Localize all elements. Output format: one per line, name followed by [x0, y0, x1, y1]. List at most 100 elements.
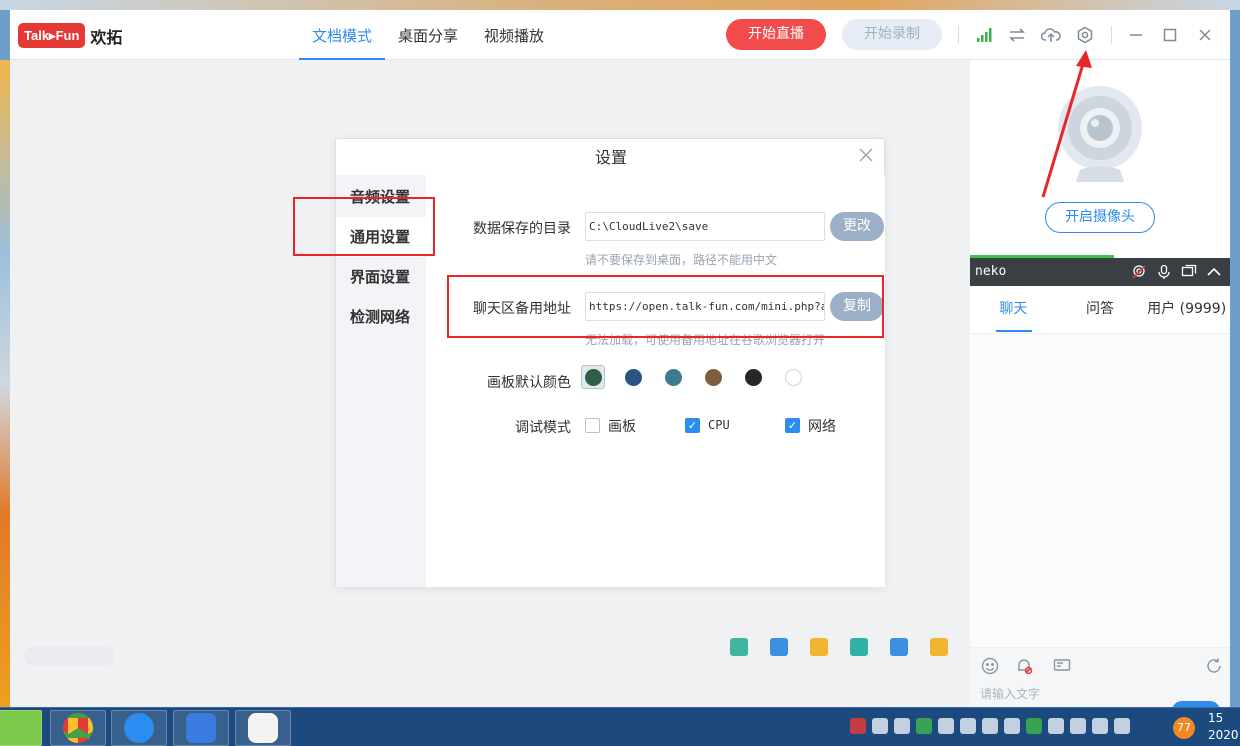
tray-badge[interactable]: 77 — [1173, 717, 1195, 739]
color-swatch[interactable] — [621, 365, 645, 389]
tab-users[interactable]: 用户 (9999) — [1143, 286, 1230, 333]
tray-icon[interactable] — [938, 718, 954, 734]
settings-content: 数据保存的目录 C:\CloudLive2\save 更改 请不要保存到桌面，路… — [426, 175, 885, 587]
nav-interface-settings[interactable]: 界面设置 — [336, 257, 426, 297]
sogou-icon[interactable] — [850, 718, 866, 734]
emoji-icon[interactable] — [980, 656, 1000, 676]
debug-cpu-checkbox[interactable]: ✓ — [685, 418, 700, 433]
tab-document-mode[interactable]: 文档模式 — [299, 10, 386, 60]
tray-icon[interactable] — [1092, 718, 1108, 734]
chat-tabs: 聊天 问答 用户 (9999) — [970, 286, 1230, 334]
dialog-close-icon[interactable] — [856, 147, 876, 167]
color-swatch[interactable] — [781, 365, 805, 389]
tray-icon[interactable] — [894, 718, 910, 734]
chrome-taskbar-icon[interactable] — [50, 710, 106, 746]
chat-settings-icon[interactable] — [1052, 656, 1072, 676]
switch-icon[interactable] — [1007, 25, 1027, 45]
start-record-button[interactable]: 开始录制 — [842, 19, 942, 50]
board-color-label: 画板默认颜色 — [487, 375, 571, 391]
color-dot — [704, 368, 722, 386]
open-camera-button[interactable]: 开启摄像头 — [1045, 202, 1155, 233]
logo: Talk▸Fun 欢拓 — [18, 23, 122, 48]
tray-icon[interactable] — [872, 718, 888, 734]
nav-network-check[interactable]: 检测网络 — [336, 297, 426, 337]
color-swatch[interactable] — [701, 365, 725, 389]
message-icon[interactable] — [770, 638, 788, 656]
tray-icon[interactable] — [1048, 718, 1064, 734]
logo-name: 欢拓 — [90, 27, 123, 47]
talkfun-taskbar-icon[interactable] — [235, 710, 291, 746]
windows-taskbar: 77 15 2020 — [0, 707, 1240, 746]
clock-time: 15 — [1208, 711, 1224, 725]
wps-taskbar-icon[interactable] — [173, 710, 229, 746]
grid-icon[interactable] — [930, 638, 948, 656]
toolbar-divider — [1111, 26, 1112, 44]
color-dot — [744, 368, 762, 386]
maximize-icon[interactable] — [1160, 25, 1180, 45]
toolbar-divider — [958, 26, 959, 44]
refresh-icon[interactable] — [1204, 656, 1224, 676]
color-dot — [624, 368, 642, 386]
close-icon[interactable] — [1195, 25, 1215, 45]
debug-mode-label: 调试模式 — [515, 420, 571, 436]
save-dir-input[interactable]: C:\CloudLive2\save — [585, 212, 825, 241]
minimize-icon[interactable] — [1126, 25, 1146, 45]
tray-icon[interactable] — [1114, 718, 1130, 734]
camera-off-icon[interactable] — [1130, 263, 1148, 281]
user-check-icon[interactable] — [850, 638, 868, 656]
color-dot — [784, 368, 802, 386]
change-dir-button[interactable]: 更改 — [830, 212, 884, 241]
user-bar: neko — [970, 258, 1230, 286]
tray-icon[interactable] — [1004, 718, 1020, 734]
taskbar-clock[interactable]: 15 2020 — [1208, 710, 1239, 744]
mute-notice-icon[interactable] — [1014, 656, 1034, 676]
active-tab-indicator — [996, 330, 1032, 332]
tray-icon[interactable] — [916, 718, 932, 734]
bottom-left-pill[interactable] — [24, 646, 114, 666]
annotation-box-general — [293, 197, 435, 256]
save-dir-label: 数据保存的目录 — [473, 221, 571, 237]
color-swatch[interactable] — [661, 365, 685, 389]
tray-icon[interactable] — [1026, 718, 1042, 734]
tab-chat[interactable]: 聊天 — [970, 286, 1057, 333]
color-swatch[interactable] — [741, 365, 765, 389]
dingtalk-taskbar-icon[interactable] — [111, 710, 167, 746]
debug-board-checkbox[interactable] — [585, 418, 600, 433]
chevron-up-icon[interactable] — [1205, 263, 1223, 281]
dialog-title: 设置 — [594, 148, 627, 167]
app-window: Talk▸Fun 欢拓 文档模式 桌面分享 视频播放 开始直播 开始录制 开启摄… — [10, 10, 1230, 707]
desktop-background-left — [0, 60, 10, 710]
screen-share-icon[interactable] — [1180, 263, 1198, 281]
signal-icon[interactable] — [974, 25, 994, 45]
color-dot — [584, 368, 602, 386]
file-icon[interactable] — [810, 638, 828, 656]
tab-video-play[interactable]: 视频播放 — [471, 10, 557, 60]
tray-icon[interactable] — [982, 718, 998, 734]
color-swatch[interactable] — [581, 365, 605, 389]
microphone-icon[interactable] — [1155, 263, 1173, 281]
start-live-button[interactable]: 开始直播 — [726, 19, 826, 50]
bottom-toolbar — [730, 638, 970, 668]
tray-icon[interactable] — [960, 718, 976, 734]
wechat-taskbar-icon[interactable] — [0, 710, 42, 746]
chat-toolbar — [970, 647, 1230, 682]
top-bar: Talk▸Fun 欢拓 文档模式 桌面分享 视频播放 开始直播 开始录制 — [10, 10, 1230, 60]
desktop-background-top — [0, 0, 1240, 10]
cloud-upload-icon[interactable] — [1041, 25, 1061, 45]
debug-board-label: 画板 — [608, 419, 636, 435]
notice-icon[interactable] — [890, 638, 908, 656]
right-panel: 开启摄像头 neko 聊天 问答 用户 (9999) 请输入文字 — [970, 60, 1230, 707]
settings-icon[interactable] — [1075, 25, 1095, 45]
debug-network-label: 网络 — [808, 419, 836, 435]
tab-desktop-share[interactable]: 桌面分享 — [385, 10, 471, 60]
chat-messages — [970, 334, 1230, 647]
logo-badge: Talk▸Fun — [18, 23, 86, 48]
tab-qa[interactable]: 问答 — [1057, 286, 1144, 333]
tray-icon[interactable] — [1070, 718, 1086, 734]
debug-cpu-label: CPU — [708, 418, 730, 432]
save-dir-hint: 请不要保存到桌面，路径不能用中文 — [585, 253, 778, 267]
color-dot — [664, 368, 682, 386]
camera-area: 开启摄像头 — [970, 60, 1230, 255]
doc-list-icon[interactable] — [730, 638, 748, 656]
debug-network-checkbox[interactable]: ✓ — [785, 418, 800, 433]
